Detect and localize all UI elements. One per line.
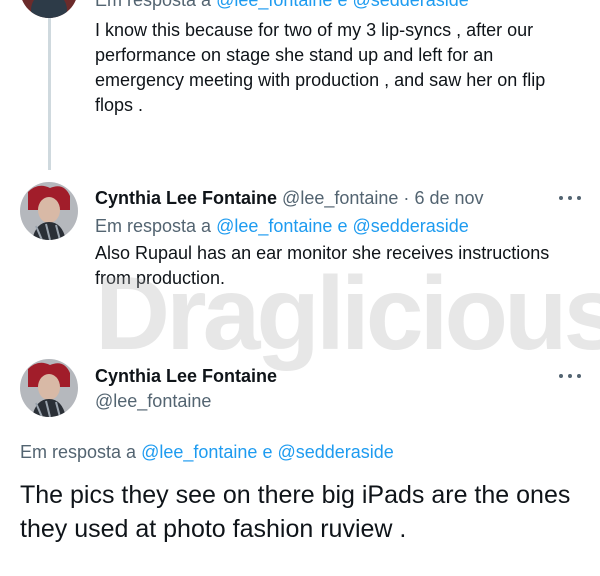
avatar-tweet-2[interactable] — [20, 182, 78, 240]
tweet-header-2: Cynthia Lee Fontaine @lee_fontaine · 6 d… — [95, 186, 484, 210]
reply-context-3: Em resposta a @lee_fontaine e @sedderasi… — [20, 442, 394, 462]
tweet-handle-line-3: @lee_fontaine — [95, 389, 211, 413]
avatar-tweet-3[interactable] — [20, 359, 78, 417]
author-handle-2[interactable]: @lee_fontaine — [282, 188, 398, 208]
reply-handles-link-1[interactable]: @lee_fontaine e @sedderaside — [216, 0, 469, 10]
thread-connector-top — [48, 0, 51, 170]
reply-handles-link-2[interactable]: @lee_fontaine e @sedderaside — [216, 216, 469, 236]
author-handle-3[interactable]: @lee_fontaine — [95, 391, 211, 411]
reply-context-1: Em resposta a @lee_fontaine e @sedderasi… — [95, 0, 469, 12]
tweet-text-1: I know this because for two of my 3 lip-… — [95, 20, 546, 115]
reply-context-2: Em resposta a @lee_fontaine e @sedderasi… — [95, 216, 469, 236]
more-horizontal-icon[interactable] — [559, 193, 581, 203]
more-horizontal-icon[interactable] — [559, 371, 581, 381]
avatar-top[interactable] — [20, 0, 78, 18]
tweet-header-3: Cynthia Lee Fontaine — [95, 364, 277, 388]
tweet-text-3: The pics they see on there big iPads are… — [20, 481, 571, 543]
author-name-2[interactable]: Cynthia Lee Fontaine — [95, 188, 277, 208]
reply-handles-link-3[interactable]: @lee_fontaine e @sedderaside — [141, 442, 394, 462]
separator-dot-2: · — [403, 188, 410, 208]
tweet-text-2: Also Rupaul has an ear monitor she recei… — [95, 243, 550, 288]
author-name-3[interactable]: Cynthia Lee Fontaine — [95, 366, 277, 386]
tweet-thread-page: Em resposta a @lee_fontaine e @sedderasi… — [0, 0, 600, 576]
tweet-date-2[interactable]: 6 de nov — [414, 188, 483, 208]
